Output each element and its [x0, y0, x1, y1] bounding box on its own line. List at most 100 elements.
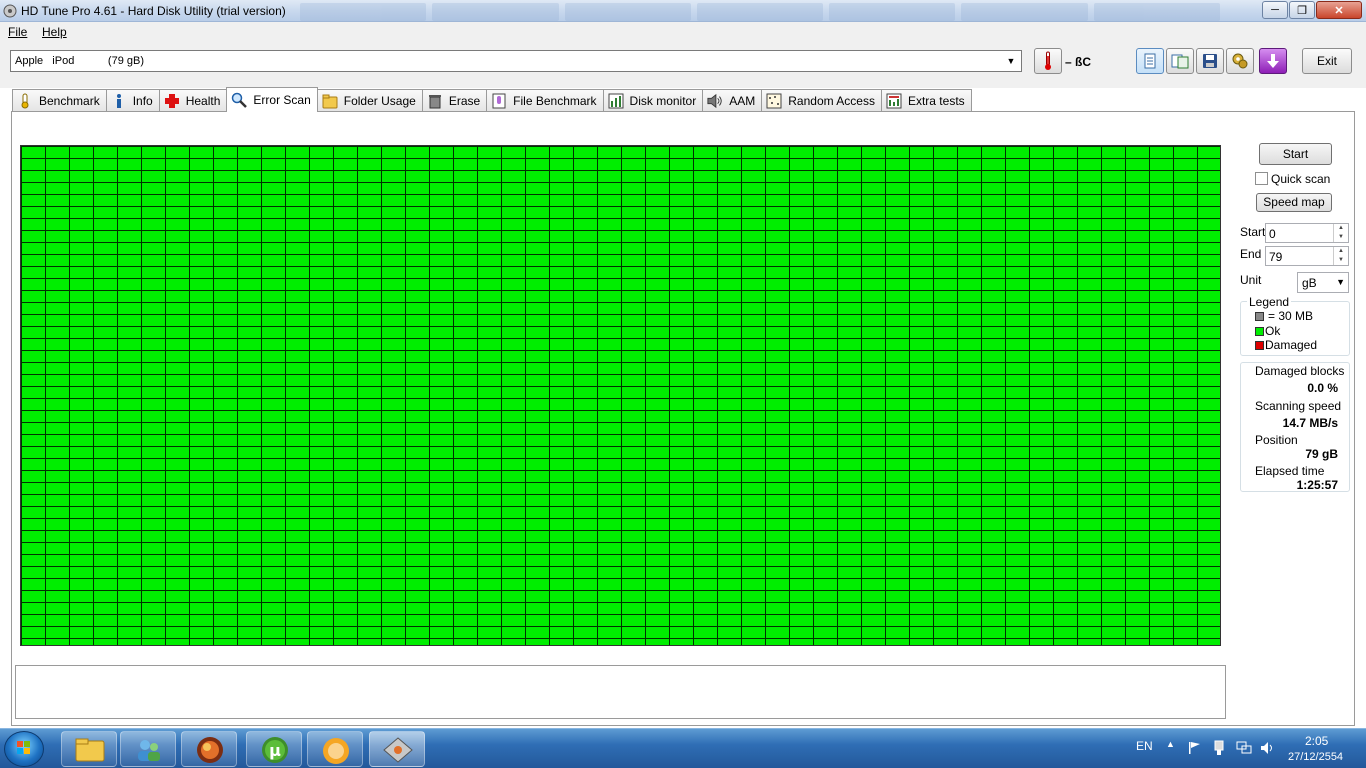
volume-icon[interactable] — [1260, 741, 1276, 755]
benchmark-icon — [17, 93, 33, 109]
media-player-icon — [323, 738, 349, 764]
ok-swatch — [1255, 327, 1264, 336]
start-position-value: 0 — [1269, 227, 1276, 241]
tab-label: Error Scan — [253, 93, 311, 107]
scanning-speed-value: 14.7 MB/s — [1282, 416, 1338, 430]
taskbar-utorrent[interactable]: µ — [246, 731, 302, 767]
windows-start-button[interactable] — [4, 731, 44, 767]
scanning-speed-label: Scanning speed — [1255, 399, 1342, 413]
file-benchmark-icon — [491, 93, 507, 109]
svg-text:µ: µ — [269, 741, 281, 760]
end-position-input[interactable]: 79 ▲ ▼ — [1265, 246, 1349, 266]
toolbar: Apple iPod (79 gB) ▼ – ßC Exit — [0, 42, 1366, 88]
taskbar-media-player[interactable] — [307, 731, 363, 767]
tab-file-benchmark[interactable]: File Benchmark — [486, 89, 604, 112]
legend-ok: Ok — [1265, 324, 1281, 338]
taskbar-firefox[interactable] — [181, 731, 237, 767]
tab-random-access[interactable]: Random Access — [761, 89, 882, 112]
folder-icon — [75, 738, 105, 762]
copy-text-button[interactable] — [1136, 48, 1164, 74]
legend-title: Legend — [1247, 295, 1292, 309]
tab-bar: Benchmark Info Health Error Scan Folder Usag… — [12, 87, 972, 112]
legend-block-size: = 30 MB — [1268, 309, 1314, 323]
legend-damaged: Damaged — [1265, 338, 1318, 352]
tab-label: Folder Usage — [343, 94, 416, 108]
tab-extra-tests[interactable]: Extra tests — [880, 89, 972, 112]
tab-benchmark[interactable]: Benchmark — [12, 89, 107, 112]
unit-select[interactable]: gB ▼ — [1297, 272, 1349, 293]
tray-expand-icon[interactable]: ▲ — [1166, 739, 1175, 749]
minimize-button[interactable]: ─ — [1262, 1, 1288, 19]
info-icon — [111, 93, 127, 109]
update-button[interactable] — [1259, 48, 1287, 74]
taskbar-hd-tune[interactable] — [369, 731, 425, 767]
action-center-flag-icon[interactable] — [1188, 741, 1202, 755]
floppy-disk-icon — [1203, 54, 1217, 68]
hd-tune-app-icon — [3, 4, 17, 18]
exit-button[interactable]: Exit — [1302, 48, 1352, 74]
copy-screenshot-button[interactable] — [1166, 48, 1194, 74]
position-value: 79 gB — [1305, 447, 1338, 461]
quick-scan-label: Quick scan — [1271, 172, 1331, 186]
menu-help[interactable]: Help — [42, 25, 67, 39]
taskbar-explorer[interactable] — [61, 731, 117, 767]
start-position-input[interactable]: 0 ▲ ▼ — [1265, 223, 1349, 243]
tab-disk-monitor[interactable]: Disk monitor — [602, 89, 704, 112]
tab-error-scan[interactable]: Error Scan — [226, 87, 318, 112]
random-access-icon — [766, 93, 782, 109]
tab-label: Extra tests — [907, 94, 965, 108]
chevron-down-icon: ▼ — [1006, 56, 1016, 66]
start-label: Start — [1240, 225, 1266, 239]
wrench-gears-icon — [1232, 53, 1248, 69]
temperature-button[interactable] — [1034, 48, 1062, 74]
folder-icon — [322, 93, 338, 109]
scan-block-map — [20, 145, 1221, 646]
start-scan-button[interactable]: Start — [1259, 143, 1332, 165]
drive-select[interactable]: Apple iPod (79 gB) ▼ — [10, 50, 1022, 72]
disk-monitor-icon — [608, 93, 624, 109]
tab-label: Info — [132, 94, 153, 108]
position-label: Position — [1255, 433, 1298, 447]
damaged-swatch — [1255, 341, 1264, 350]
tab-info[interactable]: Info — [105, 89, 160, 112]
drive-select-value: Apple iPod (79 gB) — [15, 55, 145, 67]
network-icon[interactable] — [1236, 741, 1252, 755]
trash-icon — [427, 93, 443, 109]
speed-map-button[interactable]: Speed map — [1256, 193, 1332, 212]
save-button[interactable] — [1196, 48, 1224, 74]
tab-label: File Benchmark — [513, 94, 597, 108]
clock-date[interactable]: 27/12/2554 — [1288, 751, 1343, 763]
users-icon — [138, 740, 160, 761]
taskbar-users[interactable] — [120, 731, 176, 767]
tab-folder-usage[interactable]: Folder Usage — [316, 89, 423, 112]
elapsed-time-value: 1:25:57 — [1296, 478, 1338, 492]
magnifier-icon — [231, 92, 248, 108]
tab-label: Disk monitor — [629, 94, 697, 108]
clock-time[interactable]: 2:05 — [1305, 734, 1328, 748]
copy-image-icon — [1171, 54, 1189, 69]
safely-remove-hardware-icon[interactable] — [1212, 740, 1226, 756]
options-button[interactable] — [1226, 48, 1254, 74]
copy-document-icon — [1144, 53, 1156, 69]
temperature-readout: – ßC — [1065, 55, 1092, 69]
language-indicator[interactable]: EN — [1136, 739, 1153, 753]
tab-erase[interactable]: Erase — [421, 89, 488, 112]
maximize-button[interactable]: ❐ — [1289, 1, 1315, 19]
tab-health[interactable]: Health — [158, 89, 228, 112]
quick-scan-checkbox[interactable] — [1255, 172, 1268, 185]
tab-label: Benchmark — [39, 94, 100, 108]
spin-arrows-icon[interactable]: ▲ ▼ — [1333, 247, 1348, 265]
tab-label: Random Access — [788, 94, 875, 108]
end-position-value: 79 — [1269, 250, 1283, 264]
speaker-icon — [707, 93, 723, 109]
menu-bar: File Help — [0, 22, 1366, 42]
spin-arrows-icon[interactable]: ▲ ▼ — [1333, 224, 1348, 242]
firefox-icon — [197, 737, 223, 763]
tab-aam[interactable]: AAM — [702, 89, 763, 112]
log-output[interactable] — [15, 665, 1226, 719]
end-label: End — [1240, 247, 1262, 261]
block-size-swatch — [1255, 312, 1264, 321]
menu-file[interactable]: File — [8, 25, 27, 39]
close-button[interactable]: ✕ — [1316, 1, 1362, 19]
window-title: HD Tune Pro 4.61 - Hard Disk Utility (tr… — [21, 4, 286, 18]
